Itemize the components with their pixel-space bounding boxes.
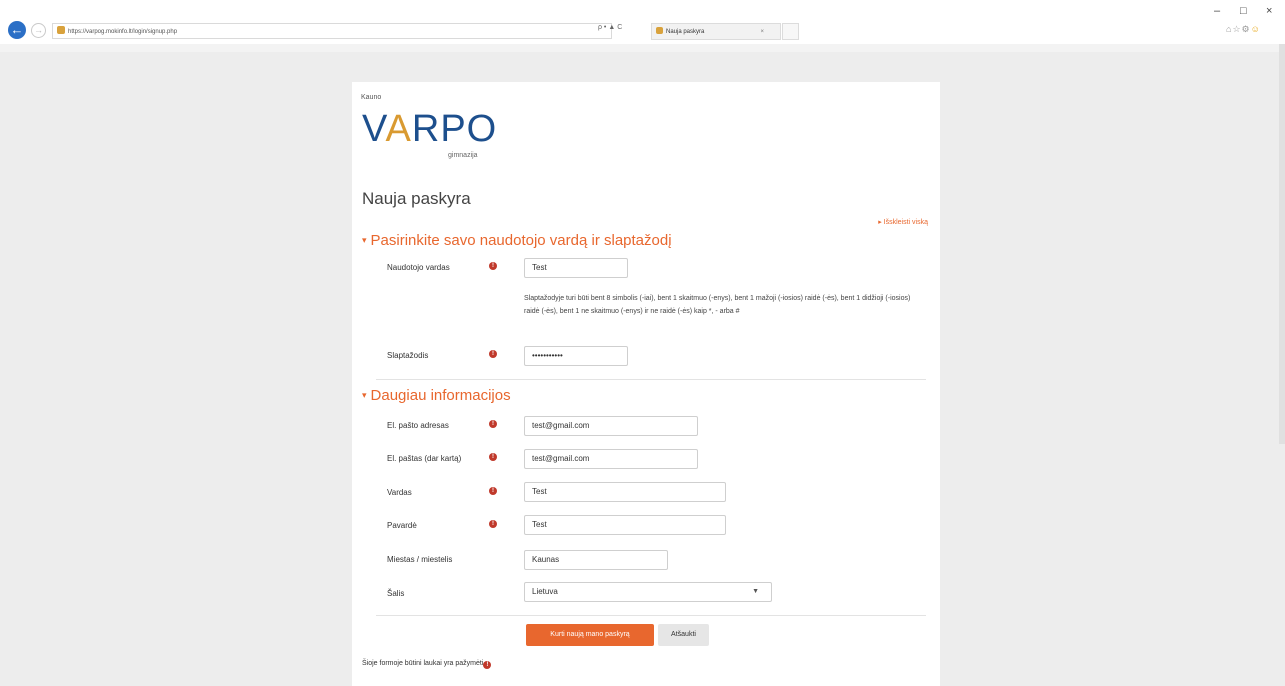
section-credentials-header[interactable]: ▾ Pasirinkite savo naudotojo vardą ir sla… — [362, 232, 672, 249]
country-select[interactable]: Lietuva ▼ — [524, 582, 772, 602]
tab-favicon-icon — [656, 27, 663, 34]
section-credentials-title: Pasirinkite savo naudotojo vardą ir slap… — [370, 232, 672, 249]
logo-city-text: Kauno — [361, 94, 382, 101]
favorites-star-icon[interactable]: ☆ — [1232, 24, 1241, 34]
browser-toolbar: ← → https://varpog.mokinfo.lt/login/sign… — [0, 0, 1285, 44]
signup-card: Kauno VARPO gimnazija Nauja paskyra ▸ Iš… — [352, 82, 940, 686]
tab-title: Nauja paskyra — [666, 29, 705, 35]
section-more-info-header[interactable]: ▾ Daugiau informacijos — [362, 387, 511, 404]
country-selected-value: Lietuva — [532, 587, 558, 596]
lastname-label: Pavardė — [387, 521, 417, 530]
close-window-button[interactable]: × — [1266, 5, 1272, 17]
logo-text-v: V — [362, 108, 386, 150]
form-divider — [376, 615, 926, 616]
toolbar-shadow — [0, 44, 1285, 52]
address-bar[interactable]: https://varpog.mokinfo.lt/login/signup.p… — [52, 23, 612, 39]
tab-close-icon[interactable]: × — [760, 24, 764, 40]
required-icon: ! — [489, 453, 497, 461]
lastname-input[interactable]: Test — [524, 515, 726, 535]
restore-button[interactable]: □ — [1240, 5, 1247, 17]
logo-subtitle: gimnazija — [448, 152, 478, 159]
required-icon: ! — [489, 487, 497, 495]
page-title: Nauja paskyra — [362, 189, 471, 208]
forward-arrow-icon[interactable]: → — [31, 23, 46, 38]
school-logo[interactable]: VARPO — [362, 109, 497, 149]
logo-bell-mark: A — [385, 108, 412, 150]
required-icon: ! — [489, 350, 497, 358]
site-favicon-icon — [57, 26, 65, 34]
country-label: Šalis — [387, 589, 405, 598]
username-label: Naudotojo vardas — [387, 263, 450, 272]
required-fields-note: Šioje formoje būtini laukai yra pažymėti… — [362, 660, 492, 669]
create-account-button[interactable]: Kurti naują mano paskyrą — [526, 624, 654, 646]
required-icon: ! — [483, 661, 492, 669]
section-divider — [376, 379, 926, 380]
back-arrow-icon[interactable]: ← — [8, 21, 26, 39]
city-input[interactable]: Kaunas — [524, 550, 668, 570]
collapse-chevron-icon: ▾ — [362, 390, 367, 400]
address-tools[interactable]: ρ • ▲ C — [598, 24, 622, 31]
cancel-button[interactable]: Atšaukti — [658, 624, 709, 646]
password-rules-note: Slaptažodyje turi būti bent 8 simbolis (… — [524, 295, 911, 315]
section-more-info-title: Daugiau informacijos — [370, 387, 511, 404]
city-label: Miestas / miestelis — [387, 555, 453, 564]
password-label: Slaptažodis — [387, 351, 429, 360]
email-confirm-label: El. paštas (dar kartą) — [387, 454, 462, 463]
firstname-label: Vardas — [387, 488, 412, 497]
firstname-input[interactable]: Test — [524, 482, 726, 502]
new-tab-button[interactable] — [782, 23, 799, 40]
password-input[interactable]: ••••••••••• — [524, 346, 628, 366]
minimize-button[interactable]: – — [1214, 5, 1220, 17]
required-icon: ! — [489, 420, 497, 428]
browser-tab[interactable]: Nauja paskyra × — [651, 23, 781, 40]
username-input[interactable]: Test — [524, 258, 628, 278]
email-confirm-input[interactable]: test@gmail.com — [524, 449, 698, 469]
browser-tool-icons[interactable]: ⌂☆⚙☺ — [1226, 24, 1261, 35]
select-arrow-icon: ▼ — [752, 588, 759, 595]
logo-text-rpo: RPO — [411, 108, 498, 150]
required-fields-text: Šioje formoje būtini laukai yra pažymėti — [362, 660, 484, 667]
email-label: El. pašto adresas — [387, 421, 449, 430]
collapse-chevron-icon: ▾ — [362, 235, 367, 245]
feedback-smiley-icon[interactable]: ☺ — [1251, 24, 1261, 34]
expand-all-link[interactable]: ▸ Išskleisti viską — [878, 218, 928, 226]
required-icon: ! — [489, 262, 497, 270]
email-input[interactable]: test@gmail.com — [524, 416, 698, 436]
required-icon: ! — [489, 520, 497, 528]
page-scrollbar[interactable] — [1279, 44, 1285, 444]
settings-gear-icon[interactable]: ⚙ — [1242, 24, 1251, 34]
address-url: https://varpog.mokinfo.lt/login/signup.p… — [68, 29, 178, 35]
